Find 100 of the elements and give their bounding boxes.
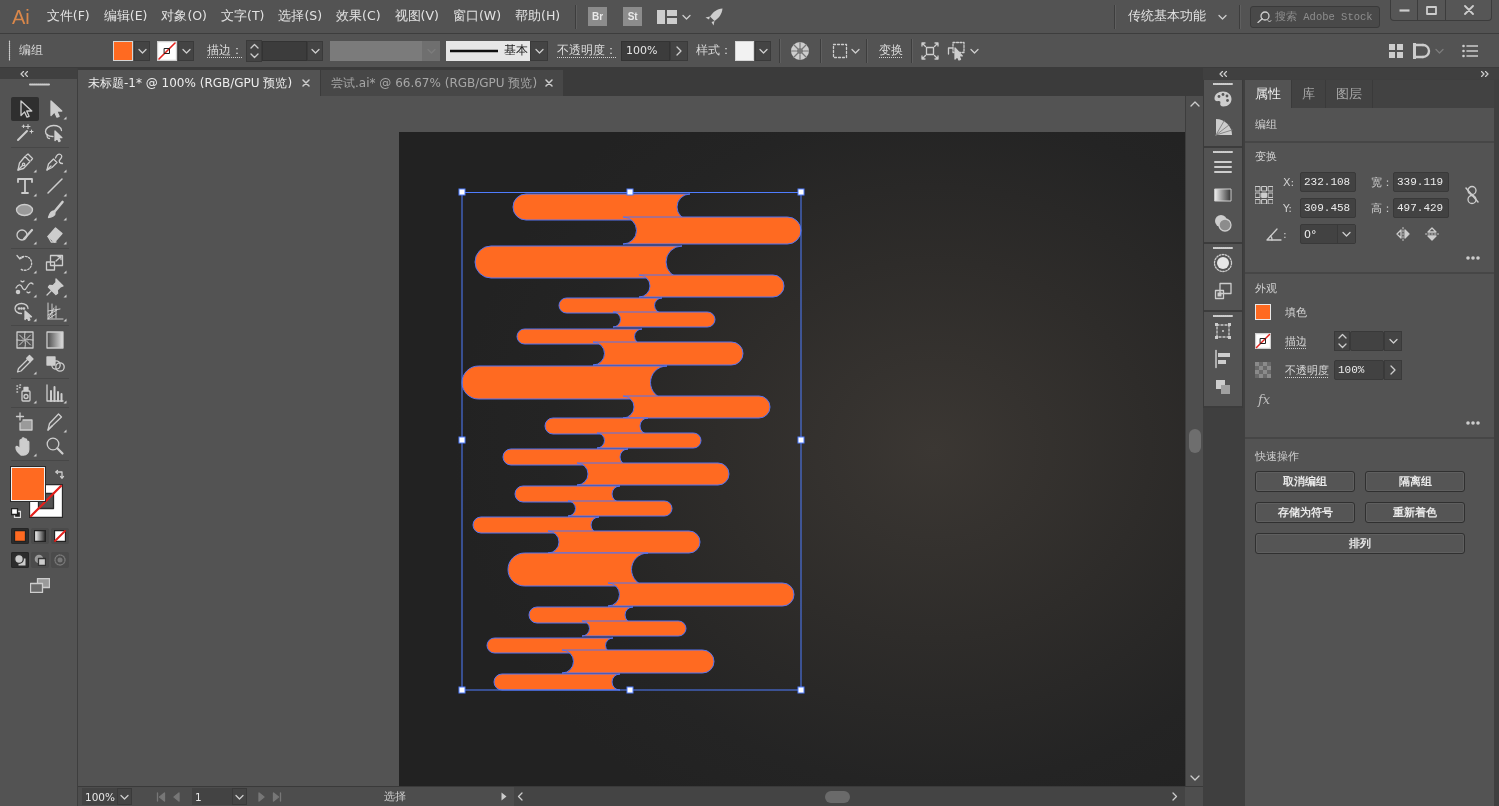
- dropdown-button[interactable]: [134, 40, 150, 61]
- minimize-button[interactable]: [1390, 0, 1418, 21]
- stroke-profile-dropdown[interactable]: 基本: [446, 40, 530, 61]
- opacity-link[interactable]: 不透明度: [1285, 362, 1329, 378]
- corner-arrows-icon[interactable]: [921, 41, 939, 60]
- dropdown-button[interactable]: [1337, 225, 1355, 243]
- draw-behind-button[interactable]: [31, 552, 49, 568]
- stepper-button[interactable]: [1334, 331, 1350, 351]
- resize-handle[interactable]: [797, 686, 805, 694]
- quick-action-button[interactable]: 存储为符号: [1255, 502, 1355, 523]
- caret-down-icon[interactable]: [970, 47, 979, 54]
- quarter-circle-icon[interactable]: [1213, 117, 1233, 137]
- opacity-arrow-button[interactable]: [1384, 360, 1402, 380]
- x-field[interactable]: 232.108: [1300, 172, 1356, 192]
- document-tab[interactable]: 尝试.ai* @ 66.67% (RGB/GPU 预览): [321, 70, 564, 96]
- menu-item[interactable]: 选择(S): [271, 0, 330, 33]
- transform-link[interactable]: 变换: [879, 42, 903, 59]
- dashed-square-cursor-icon[interactable]: [947, 40, 967, 61]
- menu-item[interactable]: 编辑(E): [96, 0, 155, 33]
- fill-swatch[interactable]: [113, 40, 133, 61]
- opacity-link[interactable]: 不透明度：: [557, 42, 617, 59]
- quick-action-button[interactable]: 隔离组: [1365, 471, 1465, 492]
- overlapping-squares-icon[interactable]: [1213, 377, 1233, 397]
- overlapping-windows-icon[interactable]: [30, 578, 50, 593]
- resize-handle[interactable]: [458, 686, 466, 694]
- triangle-right-icon[interactable]: [501, 792, 507, 801]
- menu-item[interactable]: 视图(V): [387, 0, 446, 33]
- opacity-arrow-button[interactable]: [670, 40, 688, 61]
- dropdown-button[interactable]: [232, 788, 247, 805]
- y-field[interactable]: 309.458: [1300, 198, 1356, 218]
- color-button[interactable]: [11, 528, 29, 544]
- chevron-left-icon[interactable]: [517, 792, 523, 801]
- stroke-swatch[interactable]: [157, 40, 177, 61]
- quick-action-button[interactable]: 取消编组: [1255, 471, 1355, 492]
- snap-bracket-icon[interactable]: [1412, 41, 1432, 60]
- opacity-field[interactable]: 100%: [1334, 360, 1384, 380]
- opacity-field[interactable]: 100%: [621, 40, 670, 61]
- overlapping-circles-icon[interactable]: [1213, 213, 1233, 233]
- panel-tab[interactable]: 库: [1292, 80, 1326, 108]
- quick-action-button[interactable]: 排列: [1255, 533, 1465, 554]
- stroke-weight-field[interactable]: [1350, 331, 1384, 351]
- swap-arrows-icon[interactable]: [55, 469, 65, 479]
- style-swatch[interactable]: [735, 40, 754, 61]
- gradient-button[interactable]: [31, 528, 49, 544]
- flip-horizontal-icon[interactable]: [1396, 227, 1410, 241]
- scroll-thumb[interactable]: [1188, 429, 1201, 453]
- window-layout-icon[interactable]: [657, 9, 678, 24]
- fill-color-swatch[interactable]: [11, 467, 45, 501]
- horizontal-scrollbar[interactable]: [514, 787, 1185, 806]
- gradient-rectangle-icon[interactable]: [1213, 185, 1233, 205]
- broken-link-icon[interactable]: [1464, 185, 1479, 205]
- more-options-icon[interactable]: [1466, 256, 1480, 260]
- panel-tab[interactable]: 图层: [1326, 80, 1373, 108]
- stroke-weight-field[interactable]: [262, 40, 307, 61]
- scroll-thumb[interactable]: [825, 790, 850, 803]
- close-button[interactable]: [1446, 0, 1492, 21]
- width-field[interactable]: 339.119: [1393, 172, 1449, 192]
- maximize-button[interactable]: [1418, 0, 1446, 21]
- grip-icon[interactable]: [8, 39, 11, 62]
- dropdown-button[interactable]: [1384, 331, 1402, 351]
- angle-field[interactable]: 0°: [1300, 224, 1356, 244]
- dashed-square-icon[interactable]: [832, 42, 848, 59]
- menu-item[interactable]: 效果(C): [329, 0, 388, 33]
- double-chevron-left-icon[interactable]: [1219, 70, 1227, 77]
- caret-down-icon[interactable]: [851, 47, 860, 54]
- dashed-square-icon[interactable]: [1213, 321, 1233, 341]
- zoom-field[interactable]: 100%: [82, 788, 117, 805]
- palette-icon[interactable]: [1213, 89, 1233, 109]
- chevron-up-icon[interactable]: [1189, 101, 1200, 107]
- list-icon[interactable]: [1462, 43, 1478, 58]
- none-button[interactable]: [51, 528, 69, 544]
- artboard-number-field[interactable]: 1: [192, 788, 232, 805]
- reference-point-icon[interactable]: [1255, 186, 1273, 204]
- double-chevron-left-icon[interactable]: [20, 70, 28, 77]
- resize-handle[interactable]: [626, 188, 634, 196]
- chevron-right-icon[interactable]: [1172, 792, 1178, 801]
- grid-squares-icon[interactable]: [1388, 42, 1404, 59]
- grip-icon[interactable]: [29, 83, 51, 86]
- height-field[interactable]: 497.429: [1393, 198, 1449, 218]
- caret-down-icon[interactable]: [682, 13, 692, 20]
- menu-item[interactable]: 对象(O): [154, 0, 214, 33]
- resize-handle[interactable]: [626, 686, 634, 694]
- add-effect-button[interactable]: fx: [1258, 390, 1280, 408]
- double-chevron-right-icon[interactable]: [1481, 70, 1489, 77]
- resize-handle[interactable]: [797, 436, 805, 444]
- flip-vertical-icon[interactable]: [1425, 227, 1439, 241]
- workspace-switcher[interactable]: 传统基本功能: [1116, 0, 1235, 33]
- stroke-swatch[interactable]: [1255, 333, 1271, 349]
- stroke-link[interactable]: 描边: [1285, 333, 1307, 349]
- stacked-squares-icon[interactable]: [1213, 281, 1233, 301]
- align-left-icon[interactable]: [1213, 349, 1233, 369]
- menu-item[interactable]: 窗口(W): [445, 0, 508, 33]
- vertical-scrollbar[interactable]: [1185, 96, 1203, 786]
- panel-tab[interactable]: 属性: [1245, 80, 1292, 108]
- dropdown-button[interactable]: [117, 788, 132, 805]
- quick-action-button[interactable]: 重新着色: [1365, 502, 1465, 523]
- stroke-link[interactable]: 描边：: [207, 42, 243, 59]
- close-icon[interactable]: [302, 79, 310, 87]
- close-icon[interactable]: [545, 79, 553, 87]
- resize-handle[interactable]: [797, 188, 805, 196]
